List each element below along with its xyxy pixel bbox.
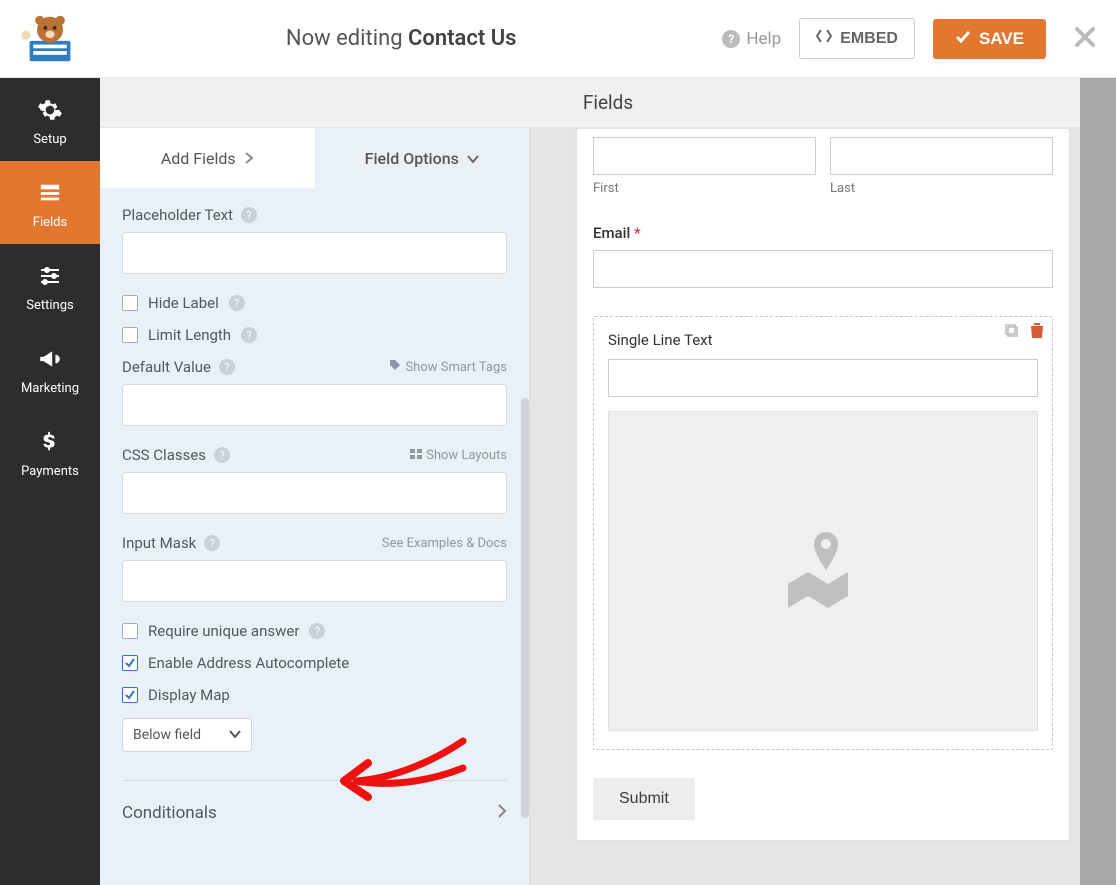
app-logo [20,13,80,65]
scrollbar[interactable] [521,398,529,818]
close-button[interactable] [1074,22,1096,55]
section-title: Fields [100,78,1116,128]
dollar-icon [36,428,64,456]
input-mask-input[interactable] [122,560,507,602]
embed-button[interactable]: EMBED [799,18,915,59]
nav-marketing[interactable]: Marketing [0,327,100,410]
field-options-panel: Add Fields Field Options Placeholder Tex… [100,128,530,885]
help-icon: ? [722,30,740,48]
enable-autocomplete-option[interactable]: Enable Address Autocomplete [122,654,507,672]
limit-length-option[interactable]: Limit Length ? [122,326,507,344]
top-actions: ? Help EMBED SAVE [722,18,1096,59]
window-edge [1080,78,1116,885]
checkbox-icon[interactable] [122,655,138,671]
tab-field-options[interactable]: Field Options [315,128,530,188]
require-unique-option[interactable]: Require unique answer ? [122,622,507,640]
form-name: Contact Us [408,26,516,51]
checkbox-icon[interactable] [122,295,138,311]
nav-settings[interactable]: Settings [0,244,100,327]
help-icon[interactable]: ? [229,295,245,311]
selected-field-label: Single Line Text [608,331,1038,349]
code-icon [816,29,832,48]
first-name-input[interactable] [593,137,816,175]
center-pane: Fields Add Fields Field Options [100,78,1116,885]
editing-title: Now editing Contact Us [98,26,704,51]
help-icon[interactable]: ? [204,535,220,551]
bullhorn-icon [36,345,64,373]
show-layouts-link[interactable]: Show Layouts [410,448,507,463]
sliders-icon [36,262,64,290]
help-icon[interactable]: ? [219,359,235,375]
checkbox-icon[interactable] [122,687,138,703]
map-pin-icon [778,524,868,618]
email-label: Email * [593,224,1053,242]
email-input[interactable] [593,250,1053,288]
last-name-input[interactable] [830,137,1053,175]
help-icon[interactable]: ? [241,327,257,343]
see-examples-link[interactable]: See Examples & Docs [382,536,507,551]
conditionals-section[interactable]: Conditionals [122,781,507,833]
input-mask-label: Input Mask ? See Examples & Docs [122,534,507,552]
main-area: Setup Fields Settings Marketing Payments [0,78,1116,885]
hide-label-option[interactable]: Hide Label ? [122,294,507,312]
form-preview: First Last Email * [530,128,1116,885]
help-icon[interactable]: ? [214,447,230,463]
save-button[interactable]: SAVE [933,19,1046,59]
trash-icon[interactable] [1030,323,1044,343]
tab-add-fields[interactable]: Add Fields [100,128,315,188]
form-icon [36,179,64,207]
default-value-input[interactable] [122,384,507,426]
nav-fields[interactable]: Fields [0,161,100,244]
nav-setup[interactable]: Setup [0,78,100,161]
default-value-label: Default Value ? Show Smart Tags [122,358,507,376]
chevron-down-icon [229,727,241,743]
side-nav: Setup Fields Settings Marketing Payments [0,78,100,885]
checkbox-icon[interactable] [122,327,138,343]
css-classes-input[interactable] [122,472,507,514]
map-position-select[interactable]: Below field [122,718,252,752]
duplicate-icon[interactable] [1004,323,1020,343]
first-sublabel: First [593,181,816,196]
nav-payments[interactable]: Payments [0,410,100,493]
placeholder-input[interactable] [122,232,507,274]
help-icon[interactable]: ? [309,623,325,639]
selected-field[interactable]: Single Line Text [593,316,1053,750]
chevron-right-icon [497,803,507,823]
css-classes-label: CSS Classes ? Show Layouts [122,446,507,464]
single-line-input[interactable] [608,359,1038,397]
help-link[interactable]: ? Help [722,29,781,49]
grid-icon [410,448,422,463]
show-smart-tags-link[interactable]: Show Smart Tags [389,359,507,375]
chevron-right-icon [244,149,254,168]
check-icon [955,29,971,49]
gear-icon [36,96,64,124]
submit-button[interactable]: Submit [593,778,695,820]
tag-icon [389,359,401,375]
checkbox-icon[interactable] [122,623,138,639]
map-placeholder [608,411,1038,731]
display-map-option[interactable]: Display Map [122,686,507,704]
close-icon [1074,22,1096,55]
chevron-down-icon [467,149,479,168]
last-sublabel: Last [830,181,1053,196]
placeholder-label: Placeholder Text ? [122,206,507,224]
top-bar: Now editing Contact Us ? Help EMBED SAVE [0,0,1116,78]
help-icon[interactable]: ? [241,207,257,223]
